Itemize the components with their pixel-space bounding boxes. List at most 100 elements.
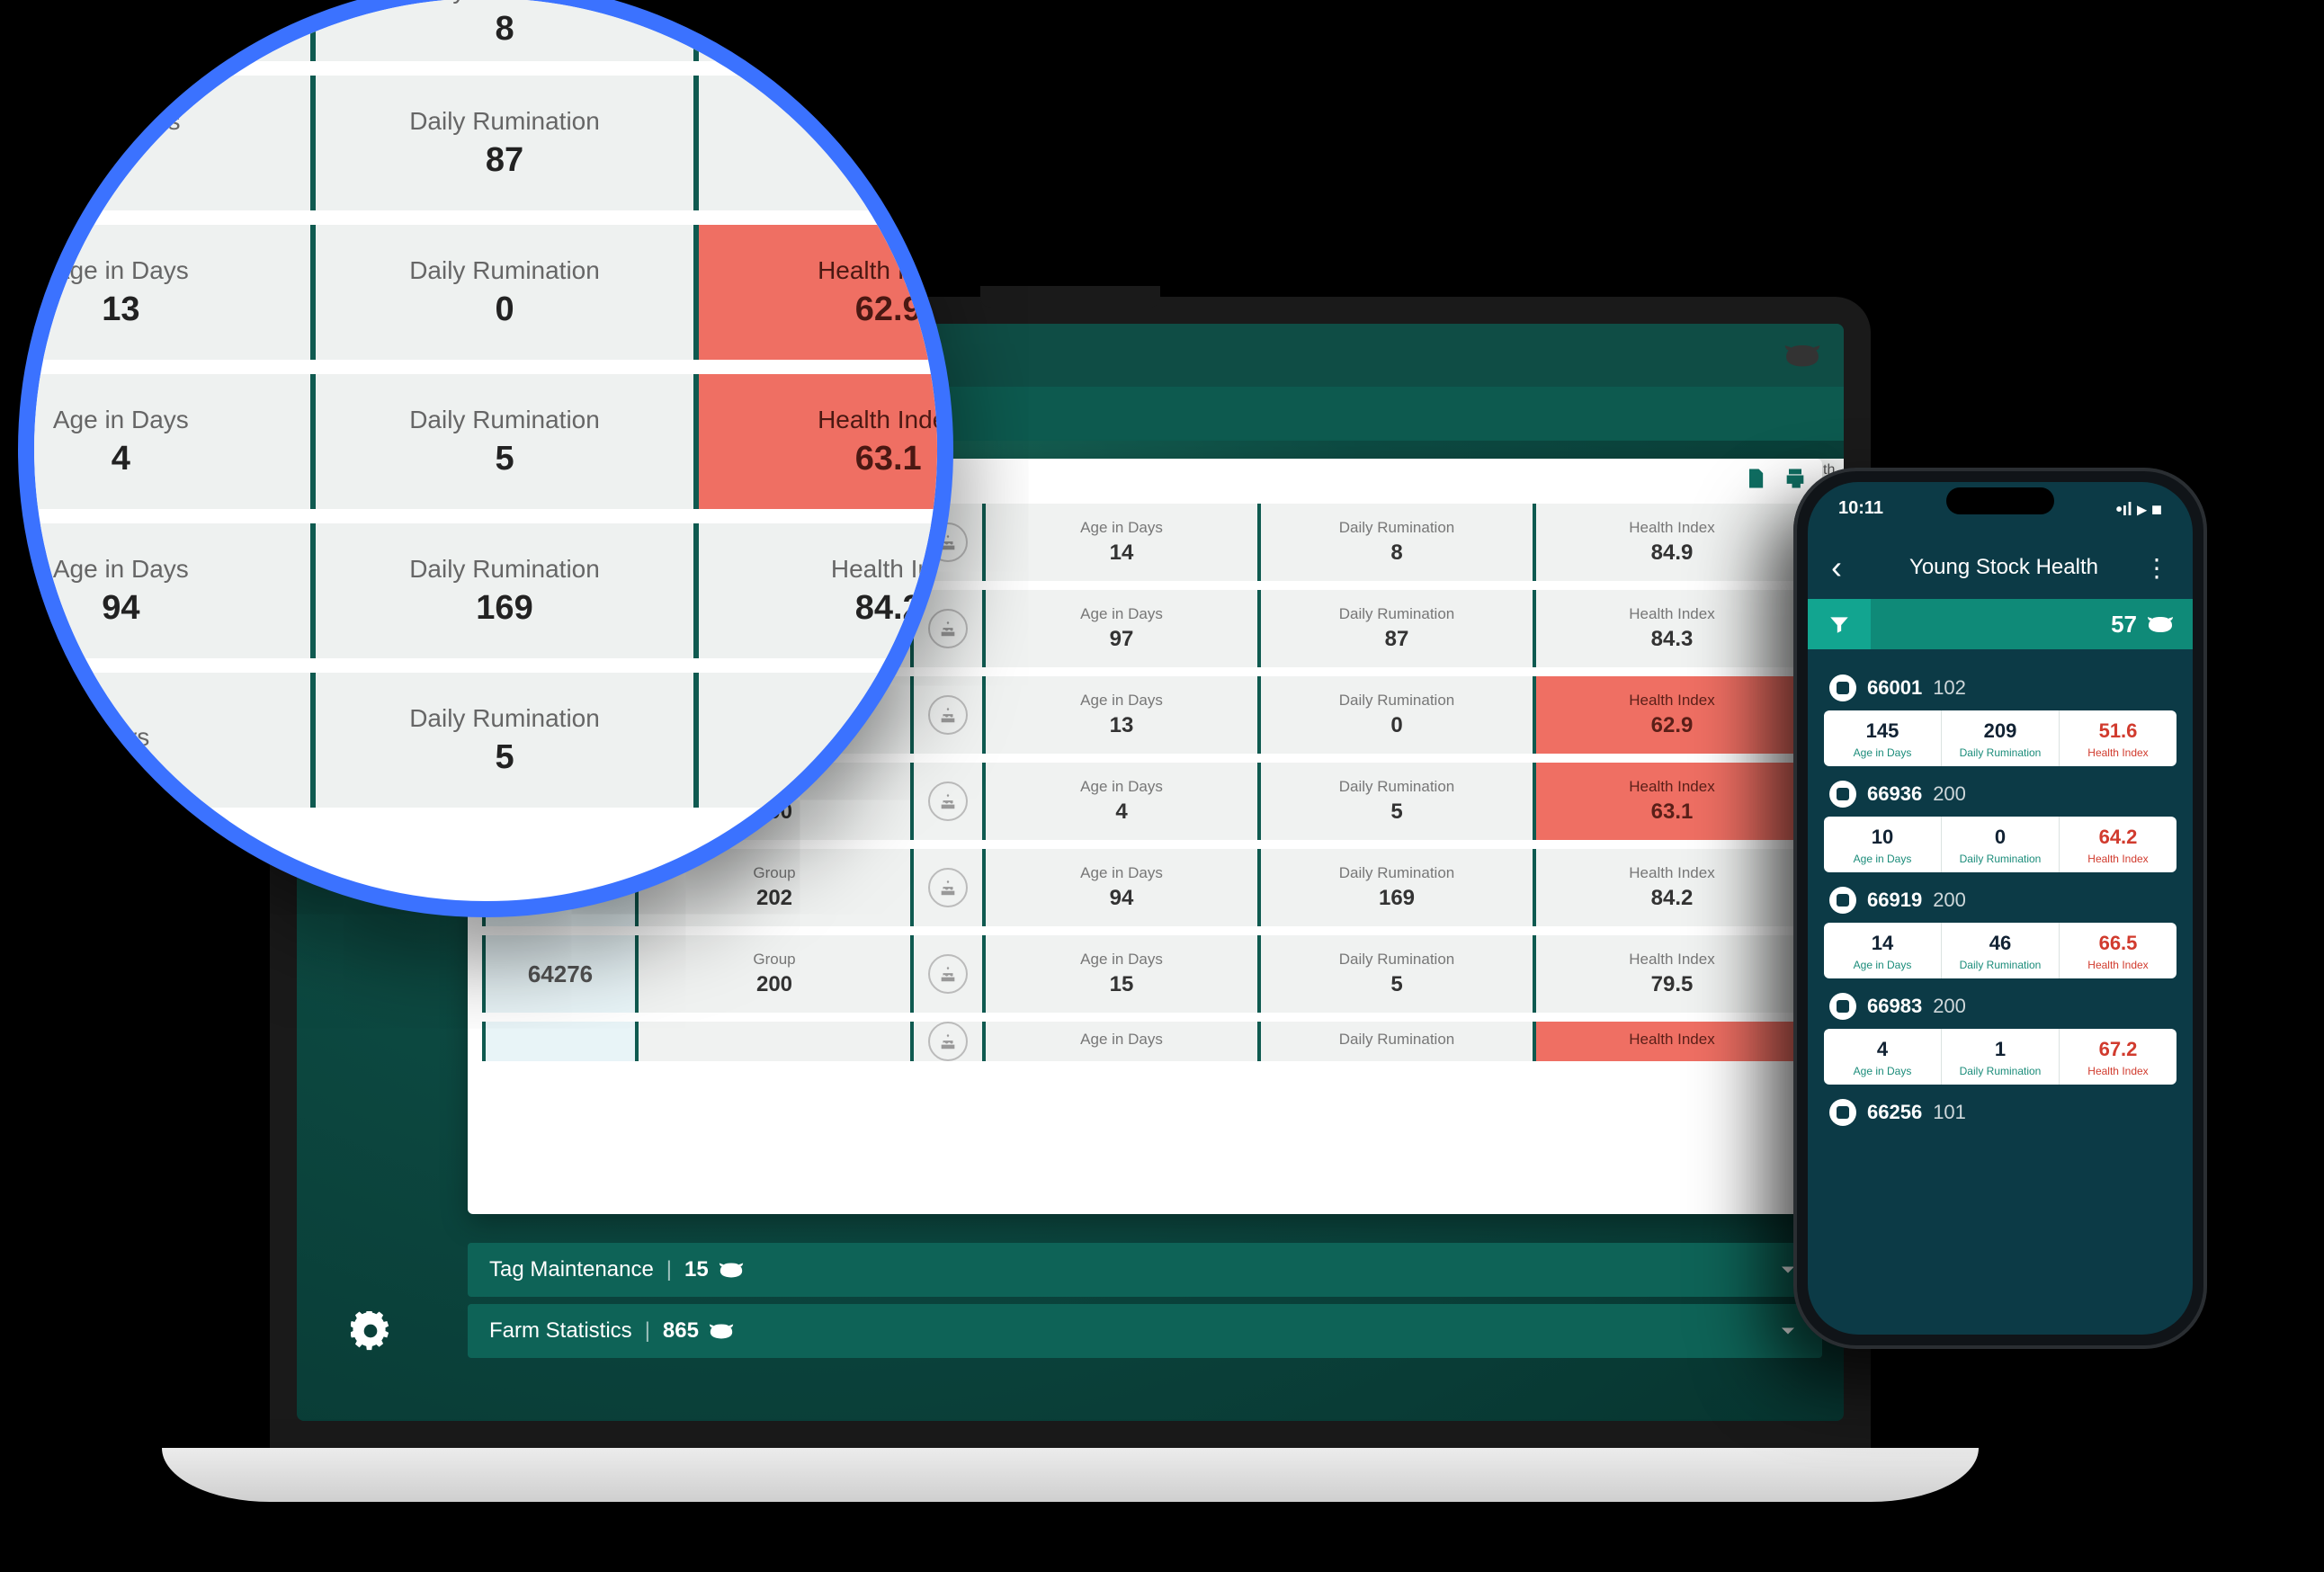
bar-divider: | — [645, 1318, 650, 1344]
table-row: Daily Rumination8 — [18, 0, 953, 61]
page-title: Young Stock Health — [1864, 555, 2144, 580]
table-row[interactable]: Age in DaysDaily RuminationHealth Index — [482, 1022, 1808, 1061]
laptop-base — [162, 1448, 1979, 1502]
farm-statistics-bar[interactable]: Farm Statistics | 865 — [468, 1304, 1822, 1358]
health-index-cell: Health Ind84.3 — [693, 76, 953, 210]
list-item-card[interactable]: 10Age in Days0Daily Rumination64.2Health… — [1824, 817, 2177, 872]
age-cell: Age in Days94 — [18, 523, 310, 658]
phone-count: 57 — [2111, 611, 2175, 639]
export-button[interactable] — [1743, 466, 1768, 491]
list-item-header[interactable]: 66936200 — [1824, 766, 2177, 817]
age-col: 10Age in Days — [1824, 817, 1942, 872]
magnifier-lens: Daily Rumination8ge in Days97Daily Rumin… — [18, 0, 953, 917]
phone-screen: 10:11 •ıl ▸ ■ ‹ Young Stock Health ⋮ 57 … — [1808, 482, 2193, 1335]
magnifier-content: Daily Rumination8ge in Days97Daily Rumin… — [18, 0, 953, 822]
phone-status-icons: •ıl ▸ ■ — [2116, 498, 2162, 521]
birthday-cell[interactable] — [910, 1022, 982, 1061]
group-cell: Group200 — [635, 935, 910, 1013]
list-item-card[interactable]: 145Age in Days209Daily Rumination51.6Hea… — [1824, 710, 2177, 766]
phone-animal-list[interactable]: 66001 102 145Age in Days209Daily Ruminatio… — [1808, 649, 2193, 1335]
age-cell: Age in Days4 — [18, 374, 310, 509]
rumination-cell: Daily Rumination — [1257, 1022, 1533, 1061]
age-cell: ge in Days97 — [18, 76, 310, 210]
bar-label: Tag Maintenance — [489, 1257, 654, 1282]
animal-id: 66983 — [1867, 995, 1922, 1018]
animal-id: 66256 — [1867, 1101, 1922, 1124]
rumination-cell: Daily Rumination5 — [1257, 763, 1533, 840]
list-item-card[interactable]: 4Age in Days1Daily Rumination67.2Health … — [1824, 1029, 2177, 1085]
rumination-cell: Daily Rumination5 — [310, 374, 694, 509]
health-index-cell: Health Index63.1 — [693, 374, 953, 509]
phone-body: 10:11 •ıl ▸ ■ ‹ Young Stock Health ⋮ 57 … — [1793, 468, 2207, 1349]
list-item-header[interactable]: 66001 102 — [1824, 660, 2177, 710]
rumination-cell: Daily Rumination8 — [310, 0, 694, 61]
birthday-cell[interactable] — [910, 935, 982, 1013]
animal-id: 66936 — [1867, 782, 1922, 806]
rumination-col: 1Daily Rumination — [1942, 1029, 2060, 1085]
filter-icon — [1828, 612, 1851, 636]
list-item-card[interactable]: 14Age in Days46Daily Rumination66.5Healt… — [1824, 923, 2177, 978]
list-item-header[interactable]: 66919200 — [1824, 872, 2177, 923]
health-index-cell: Health Index62.9 — [693, 225, 953, 360]
tag-maintenance-bar[interactable]: Tag Maintenance | 15 — [468, 1243, 1822, 1297]
birthday-cell[interactable] — [910, 849, 982, 926]
table-row: ge in Days97Daily Rumination87Health Ind… — [18, 76, 953, 210]
back-button[interactable]: ‹ — [1831, 549, 1842, 586]
age-col: 145Age in Days — [1824, 710, 1942, 766]
count-value: 57 — [2111, 611, 2137, 639]
rumination-cell: Daily Rumination169 — [1257, 849, 1533, 926]
tag-icon — [1829, 781, 1856, 808]
animal-group: 200 — [1933, 889, 1966, 912]
rumination-col: 46Daily Rumination — [1942, 923, 2060, 978]
tag-icon — [1829, 887, 1856, 914]
rumination-cell: Daily Rumination169 — [310, 523, 694, 658]
health-index-cell: Health Index63.1 — [1533, 763, 1808, 840]
rumination-cell: Daily Rumination8 — [1257, 504, 1533, 581]
age-cell: Age in Days15 — [982, 935, 1257, 1013]
health-index-cell — [693, 0, 953, 61]
rumination-col: 0Daily Rumination — [1942, 817, 2060, 872]
age-cell: Age in Days — [982, 1022, 1257, 1061]
rumination-cell: Daily Rumination5 — [310, 673, 694, 808]
group-cell — [635, 1022, 910, 1061]
cow-icon[interactable] — [1783, 342, 1822, 369]
animal-id: 66001 — [1867, 676, 1922, 700]
phone-filter-bar: 57 — [1808, 599, 2193, 649]
tag-icon — [1829, 1099, 1856, 1126]
filter-button[interactable] — [1808, 599, 1871, 649]
phone-time: 10:11 — [1838, 498, 1883, 521]
table-row: Age in Days13Daily Rumination0Health Ind… — [18, 225, 953, 360]
rumination-cell: Daily Rumination0 — [310, 225, 694, 360]
health-index-cell: Health Ind84.2 — [693, 523, 953, 658]
table-row[interactable]: 64276Group200 Age in Days15Daily Ruminati… — [482, 935, 1808, 1013]
list-item-header[interactable]: 66983200 — [1824, 978, 2177, 1029]
animal-group: 102 — [1933, 676, 1966, 700]
rumination-cell: Daily Rumination5 — [1257, 935, 1533, 1013]
table-row: Age in Days4Daily Rumination5Health Inde… — [18, 374, 953, 509]
bar-label: Farm Statistics — [489, 1318, 632, 1344]
phone-header: ‹ Young Stock Health ⋮ — [1808, 536, 2193, 599]
health-index-cell: Health Index79.5 — [1533, 935, 1808, 1013]
list-item-header[interactable]: 66256 101 — [1824, 1085, 2177, 1135]
rumination-col: 209Daily Rumination — [1942, 710, 2060, 766]
age-cell: Days — [18, 673, 310, 808]
age-cell: Age in Days94 — [982, 849, 1257, 926]
animal-id-cell[interactable]: 64276 — [482, 935, 635, 1013]
tag-icon — [1829, 993, 1856, 1020]
age-col: 14Age in Days — [1824, 923, 1942, 978]
health-index-cell: Health Index84.2 — [1533, 849, 1808, 926]
rumination-cell: Daily Rumination87 — [1257, 590, 1533, 667]
animal-id-cell[interactable] — [482, 1022, 635, 1061]
age-cell: Age in Days13 — [982, 676, 1257, 754]
cow-icon — [708, 1321, 735, 1341]
health-index-cell: Heal — [693, 673, 953, 808]
health-index-col: 64.2Health Index — [2060, 817, 2177, 872]
phone-notch — [1946, 487, 2054, 514]
table-row: DaysDaily Rumination5Heal — [18, 673, 953, 808]
settings-button[interactable] — [351, 1311, 390, 1351]
more-button[interactable]: ⋮ — [2144, 553, 2169, 583]
animal-group: 101 — [1933, 1101, 1966, 1124]
bar-count: 865 — [663, 1318, 699, 1344]
age-cell: Age in Days4 — [982, 763, 1257, 840]
health-index-col: 66.5Health Index — [2060, 923, 2177, 978]
